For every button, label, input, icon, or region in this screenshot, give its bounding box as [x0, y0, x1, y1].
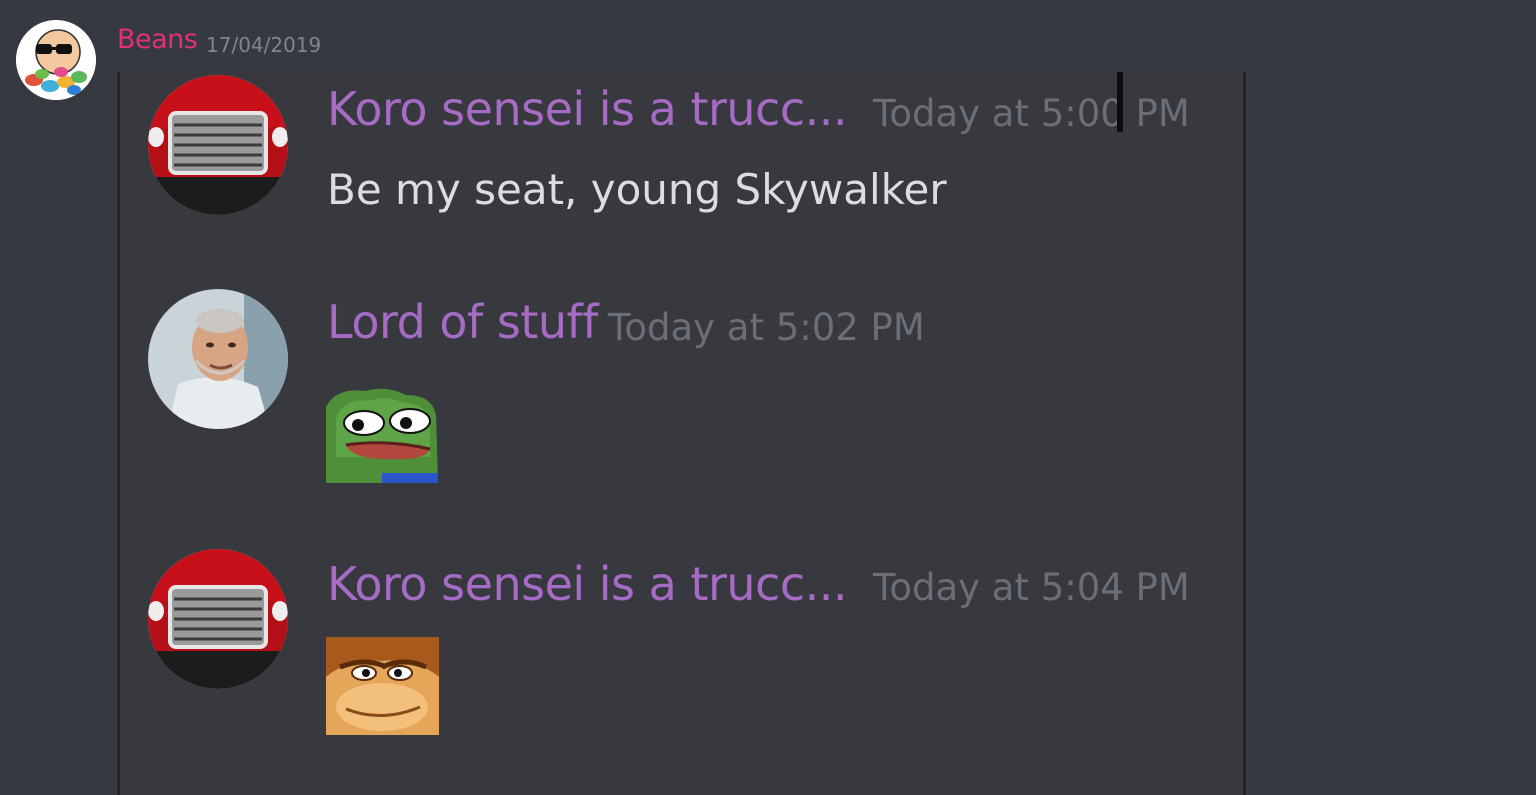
donkey-kong-face-emoji: [326, 637, 439, 735]
message-3-author[interactable]: Koro sensei is a trucc...: [327, 557, 848, 611]
outer-timestamp: 17/04/2019: [206, 33, 322, 57]
message-1-text: Be my seat, young Skywalker: [327, 165, 947, 214]
message-3-emoji[interactable]: [326, 637, 439, 735]
chat-view: Beans 17/04/2019 Koro sensei is a trucc.…: [0, 0, 1536, 795]
message-3-avatar[interactable]: [148, 549, 288, 689]
message-2-emoji[interactable]: [326, 387, 438, 483]
message-2-avatar[interactable]: [148, 289, 288, 429]
old-man-avatar-icon: [148, 289, 288, 429]
beans-avatar[interactable]: [16, 20, 96, 100]
message-1-avatar[interactable]: [148, 75, 288, 215]
outer-author-name[interactable]: Beans: [117, 24, 198, 55]
pepe-frog-emoji: [326, 388, 438, 483]
red-truck-avatar-icon: [148, 549, 288, 689]
message-3-timestamp: Today at 5:04 PM: [873, 566, 1190, 609]
red-truck-avatar-icon: [148, 75, 288, 215]
message-2-timestamp: Today at 5:02 PM: [608, 306, 925, 349]
message-1-timestamp: Today at 5:00 PM: [873, 92, 1190, 135]
beans-sunglasses-avatar-icon: [16, 20, 96, 100]
message-1-author[interactable]: Koro sensei is a trucc...: [327, 82, 848, 136]
text-cursor: [1117, 72, 1123, 132]
message-2-author[interactable]: Lord of stuff: [327, 295, 598, 349]
image-attachment[interactable]: Koro sensei is a trucc... Today at 5:00 …: [117, 72, 1246, 795]
